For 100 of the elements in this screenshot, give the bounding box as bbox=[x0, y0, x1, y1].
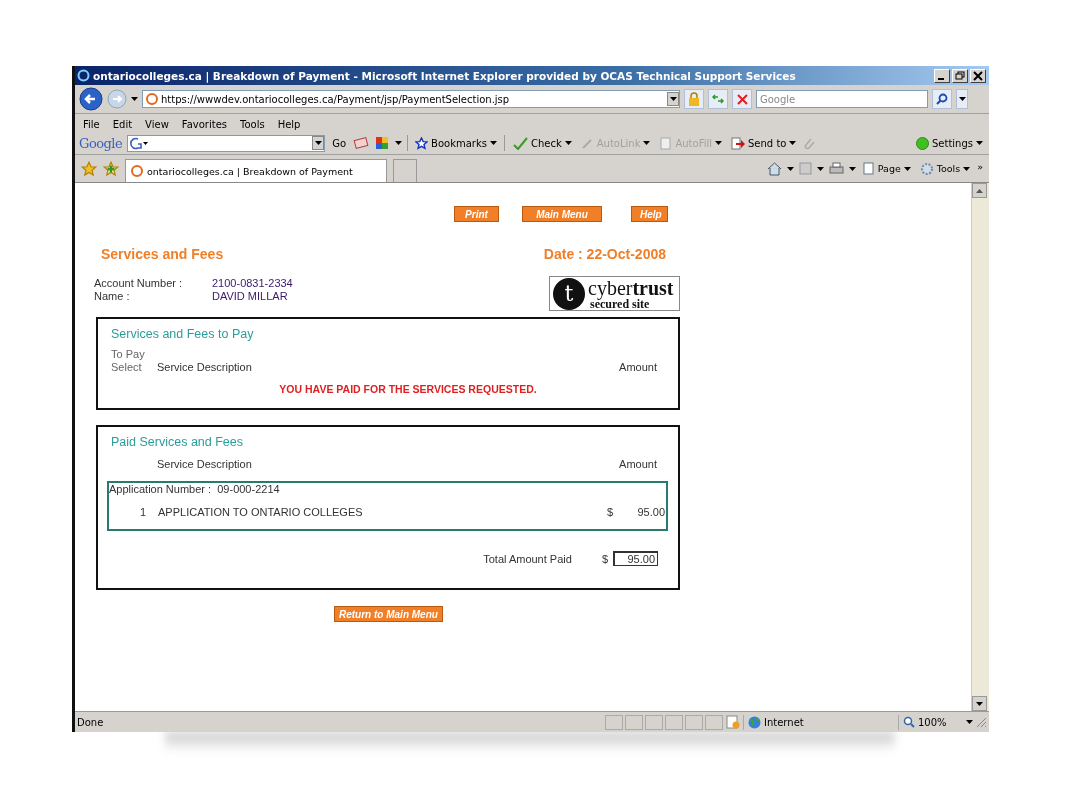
column-header: Service Description bbox=[157, 361, 252, 374]
caret-icon bbox=[786, 166, 794, 171]
application-number: Application Number : 09-000-2214 bbox=[109, 483, 281, 495]
menu-item[interactable]: View bbox=[145, 119, 169, 130]
address-dropdown[interactable] bbox=[667, 92, 679, 106]
panel-title: Services and Fees to Pay bbox=[111, 327, 255, 341]
forward-icon[interactable] bbox=[107, 89, 127, 109]
table-cell: $ bbox=[606, 506, 613, 518]
column-header: Amount bbox=[619, 361, 657, 374]
blocks-icon[interactable] bbox=[374, 136, 391, 150]
url-text: https://wwwdev.ontariocolleges.ca/Payment/jsp/PaymentSelection.jsp bbox=[161, 93, 511, 105]
print-icon[interactable] bbox=[828, 162, 844, 175]
page-heading: Services and Fees bbox=[101, 246, 224, 262]
google-logo: Google bbox=[79, 135, 123, 151]
menu-item[interactable]: File bbox=[83, 119, 100, 130]
up-arrow-icon bbox=[976, 188, 983, 193]
page-icon bbox=[862, 162, 875, 175]
search-icon bbox=[936, 93, 948, 105]
paperclip-icon[interactable] bbox=[803, 136, 816, 150]
caret-icon bbox=[314, 141, 322, 145]
more-chevron[interactable]: » bbox=[977, 160, 983, 172]
stop-button[interactable] bbox=[732, 89, 752, 109]
down-arrow-icon bbox=[976, 701, 983, 706]
table-cell-text: 95.00 bbox=[636, 506, 666, 518]
google-dropdown[interactable] bbox=[312, 136, 325, 150]
status-pane bbox=[625, 714, 643, 730]
scroll-up-button[interactable] bbox=[972, 183, 987, 198]
go-button[interactable]: Go bbox=[330, 136, 349, 150]
close-icon[interactable] bbox=[970, 68, 986, 83]
tools-menu-button[interactable]: Tools bbox=[917, 160, 973, 177]
search-field[interactable]: Google bbox=[756, 90, 928, 108]
zoom-button[interactable]: 100% bbox=[898, 714, 973, 730]
column-header: Amount bbox=[619, 458, 657, 471]
caret-icon bbox=[669, 97, 677, 101]
caret-icon bbox=[489, 141, 497, 145]
send-icon bbox=[731, 136, 745, 150]
toolbar-button[interactable]: Bookmarks bbox=[413, 135, 499, 151]
table-cell: APPLICATION TO ONTARIO COLLEGES bbox=[158, 506, 363, 518]
scrollbar[interactable] bbox=[971, 183, 989, 711]
back-icon[interactable] bbox=[79, 87, 103, 111]
column-header: Service Description bbox=[157, 458, 252, 471]
menu-item[interactable]: Help bbox=[277, 119, 301, 130]
caret-icon bbox=[564, 141, 572, 145]
caret-icon bbox=[643, 141, 651, 145]
caret-icon bbox=[816, 166, 824, 171]
caret-icon bbox=[963, 166, 971, 171]
page-menu-button[interactable]: Page bbox=[860, 161, 913, 176]
caret-icon bbox=[958, 97, 966, 101]
site-icon bbox=[145, 92, 158, 106]
lock-button[interactable] bbox=[684, 89, 704, 109]
settings-button[interactable]: Settings bbox=[914, 135, 985, 151]
panel-title: Paid Services and Fees bbox=[111, 435, 244, 449]
g-icon bbox=[128, 135, 149, 151]
column-header: Select bbox=[111, 361, 143, 374]
toolbar-button[interactable]: Check bbox=[509, 135, 574, 151]
scroll-down-button[interactable] bbox=[972, 696, 987, 711]
field-label: Account Number : bbox=[94, 277, 184, 290]
spellcheck-icon bbox=[511, 136, 528, 150]
star-icon bbox=[415, 136, 429, 150]
table-cell-text: 1 bbox=[138, 506, 146, 518]
total-field: 95.00 bbox=[613, 551, 658, 566]
resize-grip-icon[interactable] bbox=[975, 716, 987, 728]
refresh-icon bbox=[712, 93, 724, 105]
minimize-icon[interactable] bbox=[934, 68, 950, 83]
refresh-button[interactable] bbox=[708, 89, 728, 109]
field-value: 2100-0831-2334 bbox=[212, 277, 293, 290]
date-text: Date : 22-Oct-2008 bbox=[543, 246, 666, 262]
caret-icon bbox=[848, 166, 856, 171]
seal-mark: t bbox=[553, 277, 585, 310]
browser-tab[interactable]: ontariocolleges.ca | Breakdown of Payment bbox=[125, 159, 387, 182]
seal-brand: cybertrust bbox=[588, 277, 674, 298]
status-pane bbox=[705, 714, 723, 730]
status-pane bbox=[665, 714, 683, 730]
search-button[interactable] bbox=[932, 89, 952, 109]
add-favorite-icon[interactable] bbox=[103, 160, 119, 177]
caret-icon bbox=[903, 166, 911, 171]
menu-item[interactable]: Edit bbox=[112, 119, 133, 130]
window-title: ontariocolleges.ca | Breakdown of Payment - Microsoft Internet Explorer provided by OCAS Technical Support Services bbox=[93, 69, 797, 82]
menu-item[interactable]: Favorites bbox=[181, 119, 227, 130]
paid-message: YOU HAVE PAID FOR THE SERVICES REQUESTED. bbox=[278, 383, 538, 395]
column-header: To Pay bbox=[111, 348, 146, 361]
site-icon bbox=[130, 164, 143, 178]
toolbar-button[interactable]: Send to bbox=[729, 135, 799, 151]
status-text: Done bbox=[76, 716, 105, 728]
zoom-icon bbox=[903, 716, 915, 728]
favorites-star-icon[interactable] bbox=[81, 160, 97, 177]
history-caret-icon bbox=[131, 97, 138, 101]
field-label: Name : bbox=[94, 290, 131, 303]
menu-item[interactable]: Tools bbox=[240, 119, 265, 130]
status-pane bbox=[645, 714, 663, 730]
google-search-field[interactable] bbox=[127, 134, 326, 152]
address-field[interactable]: https://wwwdev.ontariocolleges.ca/Payment/jsp/PaymentSelection.jsp bbox=[142, 90, 680, 108]
caret-icon bbox=[976, 141, 983, 145]
caret-icon bbox=[395, 141, 403, 145]
home-icon[interactable] bbox=[766, 161, 782, 176]
globe-icon bbox=[748, 715, 761, 729]
search-options-button[interactable] bbox=[956, 89, 968, 109]
status-pane bbox=[685, 714, 703, 730]
restore-icon[interactable] bbox=[952, 68, 968, 83]
status-pane bbox=[605, 714, 623, 730]
